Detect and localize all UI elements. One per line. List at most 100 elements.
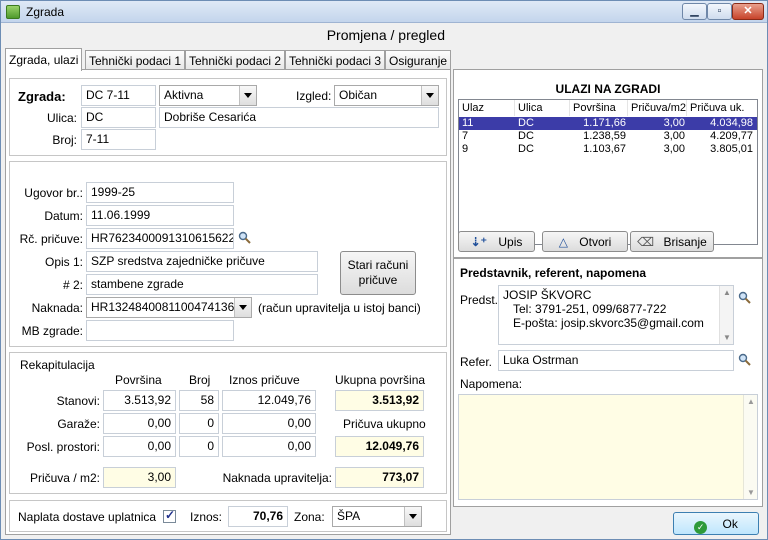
brisanje-button[interactable]: ⌫ Brisanje [630, 231, 714, 252]
predst-field[interactable]: JOSIP ŠKVORC Tel: 3791-251, 099/6877-722… [498, 285, 734, 345]
ulica-code-field[interactable]: DC [81, 107, 156, 128]
open-triangle-icon: △ [558, 235, 568, 249]
col-ulaz[interactable]: Ulaz [459, 100, 515, 116]
page-title: Promjena / pregled [326, 27, 445, 43]
eraser-icon: ⌫ [637, 235, 655, 249]
napomena-label: Napomena: [460, 377, 523, 391]
entrances-grid[interactable]: Ulaz Ulica Površina Pričuva/m2 Pričuva u… [458, 99, 758, 245]
refer-field[interactable]: Luka Ostrman [498, 350, 734, 371]
zona-select[interactable]: ŠPA [332, 506, 422, 527]
tab-tehnicki-podaci-2[interactable]: Tehnički podaci 2 [185, 50, 286, 70]
posl-broj: 0 [179, 436, 219, 457]
mb-zgrade-label: MB zgrade: [21, 324, 83, 338]
datum-label: Datum: [44, 209, 83, 223]
stanovi-broj: 58 [179, 390, 219, 411]
datum-field[interactable]: 11.06.1999 [86, 205, 234, 226]
tab-tehnicki-podaci-1[interactable]: Tehnički podaci 1 [85, 50, 186, 70]
recap-row-label: Stanovi: [56, 394, 100, 408]
title-bar[interactable]: Zgrada ▁ ▫ ✕ [1, 1, 767, 23]
app-icon [6, 5, 20, 19]
napomena-field[interactable] [458, 394, 758, 500]
mb-zgrade-field[interactable] [86, 320, 234, 341]
predst-label: Predst. [460, 293, 499, 307]
iznos-label: Iznos: [190, 510, 223, 524]
building-group: Zgrada: DC 7-11 Aktivna Izgled: Običan U… [9, 78, 447, 156]
chevron-down-icon [234, 298, 251, 317]
ugovor-label: Ugovor br.: [24, 186, 83, 200]
table-row[interactable]: 11 DC 1.171,66 3,00 4.034,98 [459, 117, 757, 130]
search-icon[interactable] [738, 353, 751, 366]
stari-racuni-button[interactable]: Stari računi pričuve [340, 251, 416, 295]
pricuva-m2-value: 3,00 [103, 467, 176, 488]
broj-field[interactable]: 7-11 [81, 129, 156, 150]
close-button[interactable]: ✕ [732, 3, 764, 20]
scroll-up-icon: ▲ [747, 397, 755, 406]
recap-group: Rekapitulacija Površina Broj Iznos priču… [9, 352, 447, 494]
zona-label: Zona: [294, 510, 325, 524]
iznos-value: 70,76 [228, 506, 288, 527]
zgrada-field[interactable]: DC 7-11 [81, 85, 156, 106]
upis-button[interactable]: ⇣⁺ Upis [458, 231, 535, 252]
ugovor-field[interactable]: 1999-25 [86, 182, 234, 203]
application-window: Zgrada ▁ ▫ ✕ Promjena / pregled Zgrada, … [0, 0, 768, 540]
refer-label: Refer. [460, 355, 493, 369]
recap-row-label: Garaže: [57, 417, 100, 431]
zgrada-label: Zgrada: [18, 89, 66, 104]
tab-osiguranje[interactable]: Osiguranje [385, 50, 452, 70]
pricuva-ukupno-value: 12.049,76 [335, 436, 424, 457]
tab-tehnicki-podaci-3[interactable]: Tehnički podaci 3 [285, 50, 386, 70]
table-row[interactable]: 7 DC 1.238,59 3,00 4.209,77 [459, 130, 757, 143]
representative-panel: Predstavnik, referent, napomena Predst. … [453, 258, 763, 507]
col-ulica[interactable]: Ulica [515, 100, 570, 116]
contract-group: Ugovor br.: 1999-25 Datum: 11.06.1999 Rč… [9, 161, 447, 347]
scroll-down-icon: ▼ [747, 488, 755, 497]
scrollbar[interactable]: ▲ ▼ [719, 286, 733, 344]
chevron-down-icon [421, 86, 438, 105]
naplata-dostave-checkbox[interactable] [163, 508, 176, 523]
tab-zgrada-ulazi[interactable]: Zgrada, ulazi [5, 48, 83, 71]
scroll-down-icon: ▼ [723, 333, 731, 342]
opis1-field[interactable]: SZP sredstva zajedničke pričuve [86, 251, 318, 272]
minimize-icon: ▁ [690, 5, 699, 17]
col-broj: Broj [189, 373, 211, 387]
window-title: Zgrada [26, 5, 65, 19]
otvori-button[interactable]: △ Otvori [542, 231, 628, 252]
col-pricuva-m2[interactable]: Pričuva/m2 [628, 100, 687, 116]
garaze-broj: 0 [179, 413, 219, 434]
izgled-label: Izgled: [296, 89, 332, 103]
maximize-button[interactable]: ▫ [707, 3, 732, 20]
table-row[interactable]: 9 DC 1.103,67 3,00 3.805,01 [459, 143, 757, 156]
posl-povrsina: 0,00 [103, 436, 176, 457]
ulica-name-field[interactable]: Dobriše Cesarića [159, 107, 439, 128]
search-icon[interactable] [738, 291, 751, 304]
pricuva-m2-label: Pričuva / m2: [29, 471, 100, 485]
chevron-down-icon [404, 507, 421, 526]
search-icon[interactable] [238, 231, 251, 244]
status-select[interactable]: Aktivna [159, 85, 257, 106]
garaze-iznos: 0,00 [222, 413, 316, 434]
opis2-field[interactable]: stambene zgrade [86, 274, 318, 295]
naknada-note: (račun upravitelja u istoj banci) [258, 301, 421, 315]
naknada-upravitelja-value: 773,07 [335, 467, 424, 488]
pricuva-ukupno-label: Pričuva ukupno [343, 417, 426, 431]
ok-button[interactable]: ✓ Ok [673, 512, 759, 535]
scrollbar[interactable]: ▲ ▼ [743, 395, 757, 499]
minimize-button[interactable]: ▁ [682, 3, 707, 20]
col-pricuva-uk[interactable]: Pričuva uk. [687, 100, 757, 116]
col-iznos: Iznos pričuve [229, 373, 300, 387]
rc-pricuve-label: Rč. pričuve: [19, 232, 83, 246]
col-povrsina[interactable]: Površina [570, 100, 628, 116]
stanovi-povrsina: 3.513,92 [103, 390, 176, 411]
naknada-upravitelja-label: Naknada upravitelja: [222, 471, 332, 485]
scroll-up-icon: ▲ [723, 288, 731, 297]
col-povrsina: Površina [115, 373, 162, 387]
broj-label: Broj: [52, 133, 77, 147]
naplata-dostave-label: Naplata dostave uplatnica [18, 510, 157, 524]
chevron-down-icon [239, 86, 256, 105]
rc-pricuve-field[interactable]: HR7623400091310615622 [86, 228, 234, 249]
col-ukupna: Ukupna površina [335, 373, 426, 387]
maximize-icon: ▫ [717, 5, 722, 17]
recap-title: Rekapitulacija [20, 358, 95, 372]
naknada-select[interactable]: HR1324840081100474136 [86, 297, 252, 318]
izgled-select[interactable]: Običan [334, 85, 439, 106]
